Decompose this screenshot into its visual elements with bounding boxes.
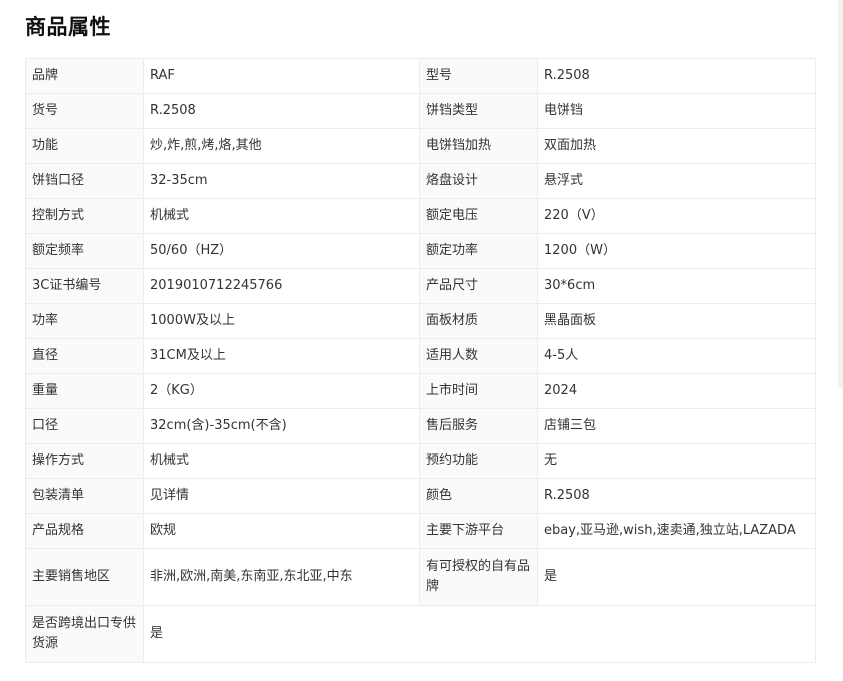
table-row: 功率 1000W及以上 面板材质 黑晶面板	[25, 303, 816, 339]
attribute-value: 非洲,欧洲,南美,东南亚,东北亚,中东	[143, 548, 420, 606]
attribute-value: 是	[537, 548, 816, 606]
table-row: 重量 2（KG） 上市时间 2024	[25, 373, 816, 409]
attribute-label: 包装清单	[25, 478, 144, 514]
attribute-value: 30*6cm	[537, 268, 816, 304]
table-row: 产品规格 欧规 主要下游平台 ebay,亚马逊,wish,速卖通,独立站,LAZ…	[25, 513, 816, 549]
attribute-value: 见详情	[143, 478, 420, 514]
attribute-value: 220（V）	[537, 198, 816, 234]
attribute-label: 3C证书编号	[25, 268, 144, 304]
page-title: 商品属性	[25, 15, 111, 39]
scrollbar-track	[838, 0, 843, 388]
attribute-value: 店铺三包	[537, 408, 816, 444]
attribute-value: 机械式	[143, 198, 420, 234]
attribute-label: 预约功能	[419, 443, 538, 479]
table-row: 3C证书编号 2019010712245766 产品尺寸 30*6cm	[25, 268, 816, 304]
table-row: 饼铛口径 32-35cm 烙盘设计 悬浮式	[25, 163, 816, 199]
attribute-value: 是	[143, 605, 816, 663]
table-row: 货号 R.2508 饼铛类型 电饼铛	[25, 93, 816, 129]
attribute-value: R.2508	[143, 93, 420, 129]
attribute-label: 型号	[419, 58, 538, 94]
attribute-label: 功能	[25, 128, 144, 164]
attribute-value: 悬浮式	[537, 163, 816, 199]
attribute-value: 1200（W）	[537, 233, 816, 269]
attribute-label: 主要销售地区	[25, 548, 144, 606]
attribute-value: 电饼铛	[537, 93, 816, 129]
attribute-label: 功率	[25, 303, 144, 339]
attribute-label: 直径	[25, 338, 144, 374]
table-row: 功能 炒,炸,煎,烤,烙,其他 电饼铛加热 双面加热	[25, 128, 816, 164]
attribute-value: 机械式	[143, 443, 420, 479]
table-row: 额定频率 50/60（HZ） 额定功率 1200（W）	[25, 233, 816, 269]
attribute-label: 额定功率	[419, 233, 538, 269]
attribute-label: 饼铛类型	[419, 93, 538, 129]
table-row: 直径 31CM及以上 适用人数 4-5人	[25, 338, 816, 374]
table-row: 是否跨境出口专供货源 是	[25, 605, 816, 663]
attribute-value: 1000W及以上	[143, 303, 420, 339]
attribute-value: 32cm(含)-35cm(不含)	[143, 408, 420, 444]
attribute-value: 无	[537, 443, 816, 479]
attribute-value: 50/60（HZ）	[143, 233, 420, 269]
attribute-label: 主要下游平台	[419, 513, 538, 549]
attribute-value: 黑晶面板	[537, 303, 816, 339]
attribute-label: 额定频率	[25, 233, 144, 269]
attribute-value: 炒,炸,煎,烤,烙,其他	[143, 128, 420, 164]
attribute-value: 2019010712245766	[143, 268, 420, 304]
attribute-label: 面板材质	[419, 303, 538, 339]
attribute-label: 是否跨境出口专供货源	[25, 605, 144, 663]
attribute-value: ebay,亚马逊,wish,速卖通,独立站,LAZADA	[537, 513, 816, 549]
attribute-label: 品牌	[25, 58, 144, 94]
attribute-label: 重量	[25, 373, 144, 409]
attribute-label: 产品尺寸	[419, 268, 538, 304]
table-row: 口径 32cm(含)-35cm(不含) 售后服务 店铺三包	[25, 408, 816, 444]
table-row: 品牌 RAF 型号 R.2508	[25, 58, 816, 94]
attribute-label: 货号	[25, 93, 144, 129]
attribute-label: 饼铛口径	[25, 163, 144, 199]
attribute-value: 32-35cm	[143, 163, 420, 199]
attribute-label: 适用人数	[419, 338, 538, 374]
attribute-value: 欧规	[143, 513, 420, 549]
attribute-value: R.2508	[537, 58, 816, 94]
attribute-value: R.2508	[537, 478, 816, 514]
table-row: 包装清单 见详情 颜色 R.2508	[25, 478, 816, 514]
attribute-table-body: 品牌 RAF 型号 R.2508 货号 R.2508 饼铛类型 电饼铛 功能 炒…	[25, 58, 816, 663]
attribute-label: 产品规格	[25, 513, 144, 549]
attribute-label: 烙盘设计	[419, 163, 538, 199]
attribute-label: 额定电压	[419, 198, 538, 234]
attribute-label: 颜色	[419, 478, 538, 514]
attribute-value: 双面加热	[537, 128, 816, 164]
attribute-value: 2（KG）	[143, 373, 420, 409]
attribute-value: 4-5人	[537, 338, 816, 374]
table-row: 控制方式 机械式 额定电压 220（V）	[25, 198, 816, 234]
attribute-label: 口径	[25, 408, 144, 444]
attribute-label: 电饼铛加热	[419, 128, 538, 164]
table-row: 主要销售地区 非洲,欧洲,南美,东南亚,东北亚,中东 有可授权的自有品牌 是	[25, 548, 816, 606]
attribute-value: 2024	[537, 373, 816, 409]
attribute-label: 控制方式	[25, 198, 144, 234]
attribute-value: 31CM及以上	[143, 338, 420, 374]
attribute-value: RAF	[143, 58, 420, 94]
attribute-label: 售后服务	[419, 408, 538, 444]
attribute-label: 上市时间	[419, 373, 538, 409]
attribute-table: 品牌 RAF 型号 R.2508 货号 R.2508 饼铛类型 电饼铛 功能 炒…	[25, 58, 816, 663]
attribute-label: 有可授权的自有品牌	[419, 548, 538, 606]
attribute-label: 操作方式	[25, 443, 144, 479]
table-row: 操作方式 机械式 预约功能 无	[25, 443, 816, 479]
